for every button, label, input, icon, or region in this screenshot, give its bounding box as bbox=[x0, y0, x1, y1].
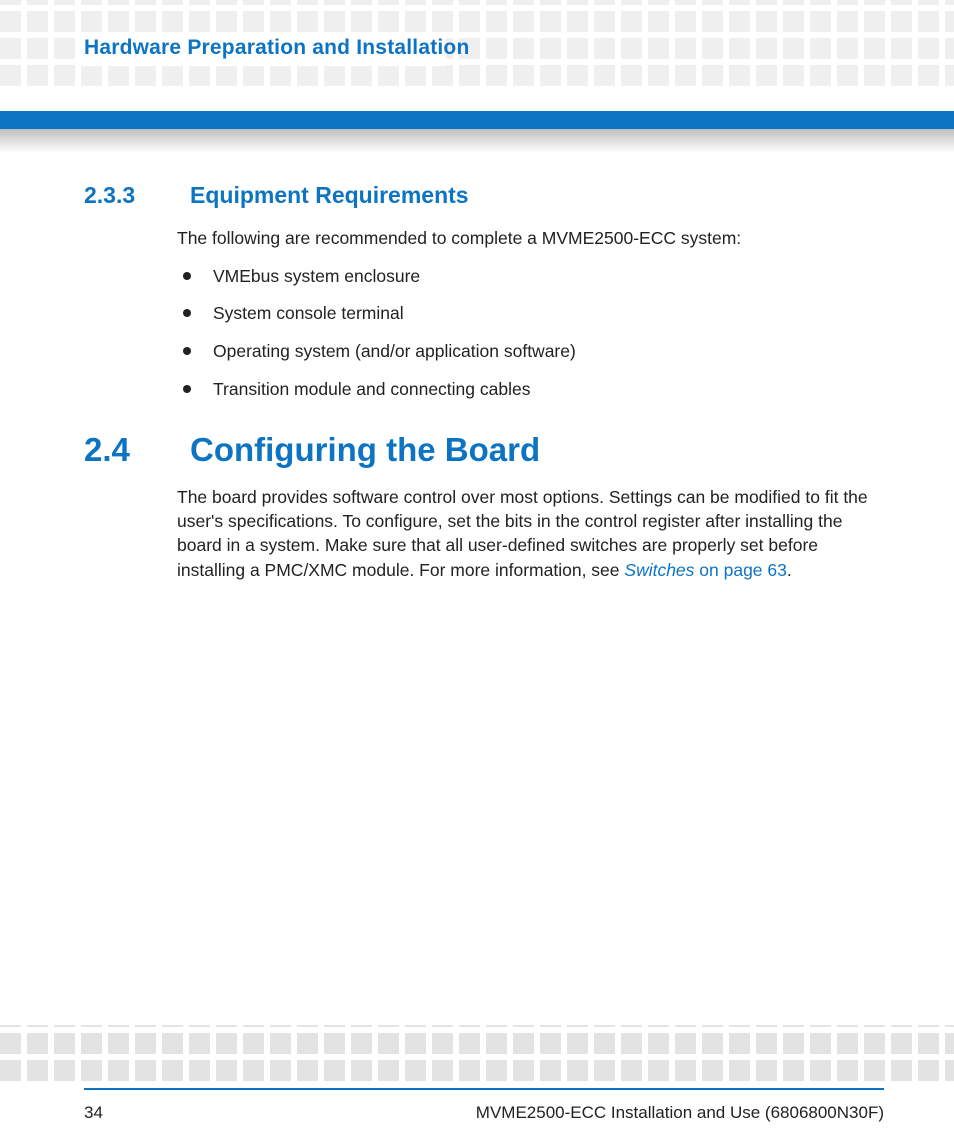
chapter-title: Hardware Preparation and Installation bbox=[84, 36, 470, 60]
header-blue-bar bbox=[0, 111, 954, 129]
list-item: VMEbus system enclosure bbox=[177, 265, 884, 289]
list-item: Operating system (and/or application sof… bbox=[177, 340, 884, 364]
section-233-heading: 2.3.3 Equipment Requirements bbox=[84, 182, 884, 209]
switches-link-page[interactable]: on page 63 bbox=[694, 560, 786, 580]
decorative-squares-bottom bbox=[0, 1025, 954, 1081]
section-24-number: 2.4 bbox=[84, 431, 162, 469]
section-24-heading: 2.4 Configuring the Board bbox=[84, 431, 884, 469]
section-24-body: The board provides software control over… bbox=[177, 485, 884, 582]
section-24-title: Configuring the Board bbox=[190, 431, 540, 469]
section-233-title: Equipment Requirements bbox=[190, 182, 469, 209]
list-item: Transition module and connecting cables bbox=[177, 378, 884, 402]
header-shadow bbox=[0, 129, 954, 153]
content-area: 2.3.3 Equipment Requirements The followi… bbox=[84, 182, 884, 582]
footer: 34 MVME2500-ECC Installation and Use (68… bbox=[84, 1103, 884, 1123]
section-233-intro: The following are recommended to complet… bbox=[177, 227, 884, 251]
equipment-list: VMEbus system enclosure System console t… bbox=[177, 265, 884, 402]
page-number: 34 bbox=[84, 1103, 103, 1123]
list-item: System console terminal bbox=[177, 302, 884, 326]
switches-link[interactable]: Switches bbox=[624, 560, 694, 580]
section-233-number: 2.3.3 bbox=[84, 182, 162, 209]
section-24-body-end: . bbox=[787, 560, 792, 580]
doc-title: MVME2500-ECC Installation and Use (68068… bbox=[476, 1103, 884, 1123]
footer-rule bbox=[84, 1088, 884, 1090]
